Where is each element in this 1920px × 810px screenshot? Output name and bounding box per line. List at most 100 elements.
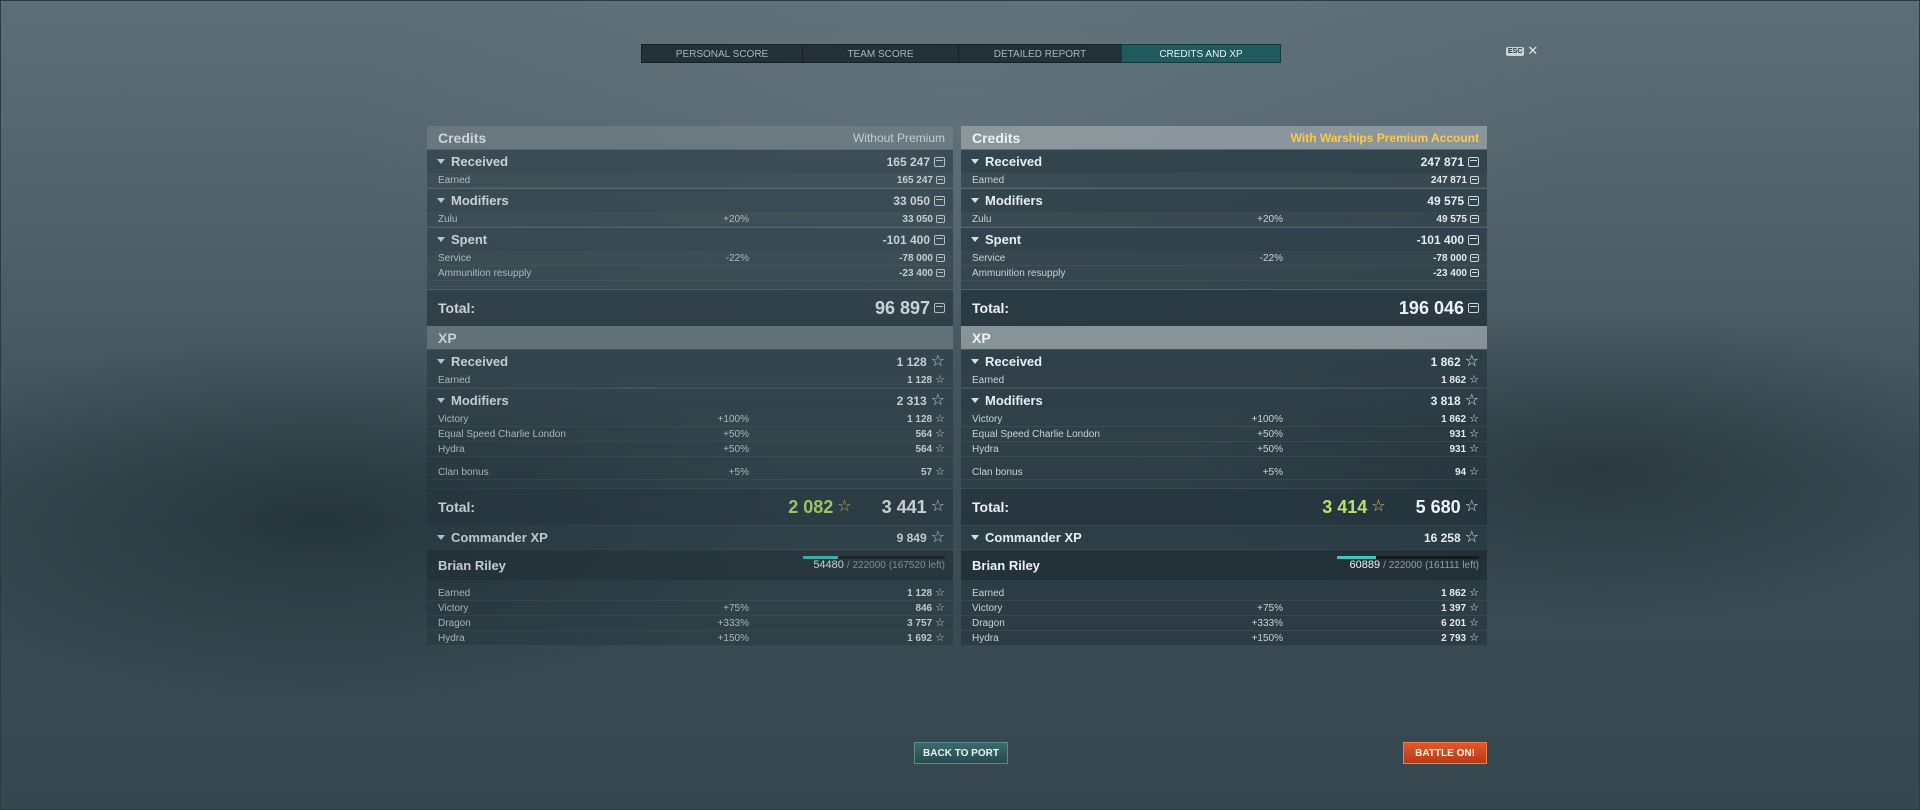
item-name: Earned xyxy=(438,374,471,386)
tab-team-score[interactable]: TEAM SCORE xyxy=(802,44,958,63)
list-item: Earned 1 128 ☆ xyxy=(427,373,953,388)
tab-personal-score[interactable]: PERSONAL SCORE xyxy=(641,44,802,63)
xp-modifiers-value: 2 313 xyxy=(896,393,927,408)
item-modifier: +5% xyxy=(728,466,749,478)
xp-total: Total: 2 082 ☆ 3 441 ☆ xyxy=(427,489,953,525)
without-premium-column: Credits Without Premium Received 165 247 Ear… xyxy=(427,126,953,681)
commander-progress-fill xyxy=(1337,556,1376,559)
commander-name: Brian Riley xyxy=(972,557,1040,573)
commander-progress-text: 60889/ 222000 (161111 left) xyxy=(1350,559,1479,571)
item-modifier: +20% xyxy=(723,213,749,225)
chevron-down-icon xyxy=(437,198,445,203)
free-xp-total-value: 2 082 xyxy=(788,496,834,517)
star-icon: ☆ xyxy=(930,528,945,546)
star-icon: ☆ xyxy=(1464,528,1479,546)
credits-total-value: 96 897 xyxy=(874,297,930,318)
commander-xp-group[interactable]: Commander XP 16 258 ☆ xyxy=(961,526,1487,549)
credits-icon xyxy=(934,156,945,167)
item-name: Hydra xyxy=(972,632,999,644)
commander-current-xp: 54480 xyxy=(813,559,844,571)
credits-icon xyxy=(1470,269,1479,277)
star-icon: ☆ xyxy=(1469,617,1479,629)
list-item: Earned 247 871 xyxy=(961,173,1487,188)
commander-progress-bar xyxy=(803,556,945,559)
list-item: Earned 165 247 xyxy=(427,173,953,188)
chevron-down-icon xyxy=(971,359,979,364)
back-to-port-button[interactable]: BACK TO PORT xyxy=(914,742,1008,764)
star-icon: ☆ xyxy=(1469,632,1479,644)
xp-header: XP xyxy=(961,326,1487,349)
item-name: Earned xyxy=(438,174,471,186)
item-value: 57 xyxy=(921,466,933,478)
xp-received-group[interactable]: Received 1 128 ☆ xyxy=(427,350,953,373)
close-button[interactable]: ESC ✕ xyxy=(1506,44,1538,57)
list-item: Hydra +50% 931 ☆ xyxy=(961,442,1487,457)
item-value: 564 xyxy=(915,443,933,455)
chevron-down-icon xyxy=(971,398,979,403)
xp-modifiers-group[interactable]: Modifiers 3 818 ☆ xyxy=(961,389,1487,412)
commander-xp-label: Commander XP xyxy=(985,530,1082,545)
list-item: Ammunition resupply -23 400 xyxy=(961,266,1487,281)
xp-received-group[interactable]: Received 1 862 ☆ xyxy=(961,350,1487,373)
spent-label: Spent xyxy=(451,232,488,247)
received-group[interactable]: Received 247 871 xyxy=(961,150,1487,173)
xp-received-label: Received xyxy=(985,354,1043,369)
item-value: -23 400 xyxy=(1433,267,1467,279)
star-icon: ☆ xyxy=(935,617,945,629)
commander-xp-group[interactable]: Commander XP 9 849 ☆ xyxy=(427,526,953,549)
item-name: Equal Speed Charlie London xyxy=(972,428,1100,440)
item-name: Zulu xyxy=(438,213,458,225)
item-value: 247 871 xyxy=(1430,174,1467,186)
item-name: Victory xyxy=(438,413,469,425)
received-group[interactable]: Received 165 247 xyxy=(427,150,953,173)
item-name: Zulu xyxy=(972,213,992,225)
tab-credits-and-xp[interactable]: CREDITS AND XP xyxy=(1121,44,1281,63)
list-item: Ammunition resupply -23 400 xyxy=(427,266,953,281)
chevron-down-icon xyxy=(437,159,445,164)
item-value: 1 862 xyxy=(1441,587,1467,599)
list-item: Victory +75% 1 397 ☆ xyxy=(961,601,1487,616)
with-premium-column: Credits With Warships Premium Account Rece… xyxy=(961,126,1487,681)
star-icon: ☆ xyxy=(1464,498,1479,515)
item-value: 564 xyxy=(915,428,933,440)
item-name: Clan bonus xyxy=(972,466,1023,478)
list-item: Service -22% -78 000 xyxy=(427,251,953,266)
credits-icon xyxy=(1470,254,1479,262)
commander-needed-xp: / 222000 xyxy=(1383,560,1423,571)
modifiers-group[interactable]: Modifiers 49 575 xyxy=(961,189,1487,212)
star-icon: ☆ xyxy=(935,413,945,425)
result-tabs: PERSONAL SCORE TEAM SCORE DETAILED REPOR… xyxy=(641,44,1281,63)
modifiers-group[interactable]: Modifiers 33 050 xyxy=(427,189,953,212)
credits-icon xyxy=(934,195,945,206)
list-item: Hydra +50% 564 ☆ xyxy=(427,442,953,457)
spent-group[interactable]: Spent -101 400 xyxy=(961,228,1487,251)
item-name: Victory xyxy=(972,602,1003,614)
list-item: Clan bonus +5% 57 ☆ xyxy=(427,465,953,480)
item-value: 2 793 xyxy=(1441,632,1467,644)
total-label: Total: xyxy=(438,300,476,316)
item-value: 1 397 xyxy=(1441,602,1467,614)
item-name: Ammunition resupply xyxy=(972,267,1066,279)
received-value: 165 247 xyxy=(886,154,930,169)
commander-name: Brian Riley xyxy=(438,557,506,573)
item-name: Service xyxy=(972,252,1006,264)
item-value: 1 128 xyxy=(907,413,933,425)
tab-detailed-report[interactable]: DETAILED REPORT xyxy=(958,44,1121,63)
item-modifier: -22% xyxy=(1259,252,1283,264)
item-value: 49 575 xyxy=(1436,213,1467,225)
chevron-down-icon xyxy=(971,237,979,242)
list-item: Dragon +333% 3 757 ☆ xyxy=(427,616,953,631)
spent-group[interactable]: Spent -101 400 xyxy=(427,228,953,251)
credits-total-value: 196 046 xyxy=(1398,297,1464,318)
list-item: Hydra +150% 1 692 ☆ xyxy=(427,631,953,646)
chevron-down-icon xyxy=(437,398,445,403)
item-modifier: -22% xyxy=(725,252,749,264)
account-type-label: With Warships Premium Account xyxy=(1290,130,1479,145)
list-item: Hydra +150% 2 793 ☆ xyxy=(961,631,1487,646)
item-value: 165 247 xyxy=(896,174,933,186)
xp-received-label: Received xyxy=(451,354,509,369)
battle-on-button[interactable]: BATTLE ON! xyxy=(1403,742,1487,764)
item-name: Victory xyxy=(438,602,469,614)
xp-modifiers-group[interactable]: Modifiers 2 313 ☆ xyxy=(427,389,953,412)
item-value: 846 xyxy=(915,602,933,614)
